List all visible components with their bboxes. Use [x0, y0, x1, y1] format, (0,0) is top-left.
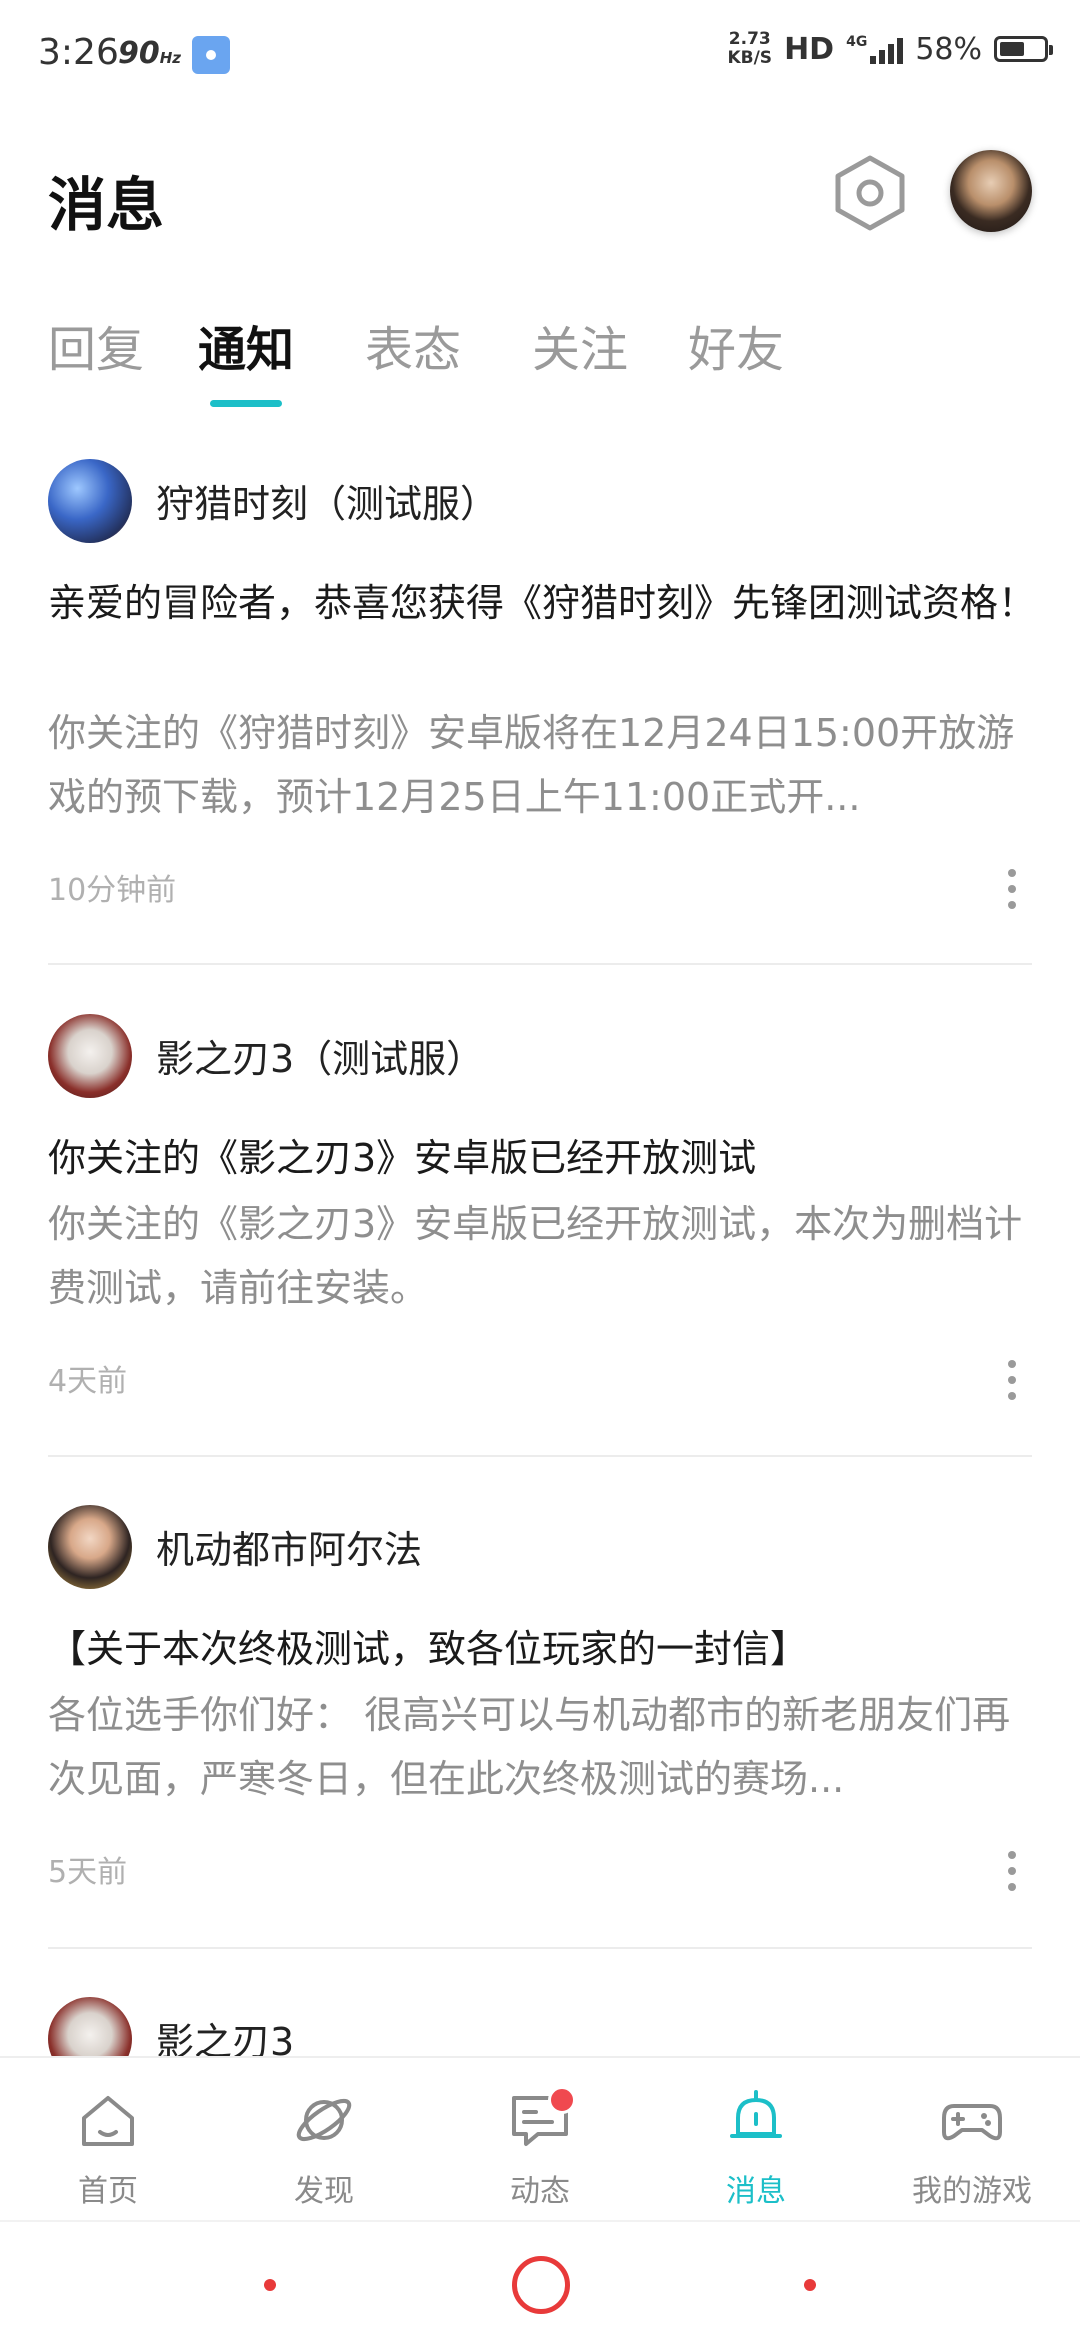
nav-messages[interactable]: 消息 [648, 2058, 864, 2220]
message-tabs: 回复 通知 表态 关注 好友 [0, 310, 1080, 410]
tab-follow[interactable]: 关注 [532, 310, 628, 380]
back-button[interactable] [264, 2279, 276, 2291]
source-name: 影之刃3（测试服） [156, 1037, 485, 1081]
hotspot-icon [192, 36, 230, 74]
tab-friends[interactable]: 好友 [688, 310, 784, 380]
tab-reaction[interactable]: 表态 [365, 310, 461, 380]
hd-indicator: HD [784, 31, 835, 67]
more-icon[interactable] [1000, 1360, 1024, 1408]
tab-indicator [210, 400, 282, 407]
notification-time: 5天前 [48, 1855, 128, 1890]
nav-discover[interactable]: 发现 [216, 2058, 432, 2220]
battery-icon [994, 36, 1053, 62]
game-avatar[interactable] [48, 1505, 132, 1589]
tab-notification[interactable]: 通知 [198, 310, 294, 380]
gamepad-icon [942, 2104, 1002, 2141]
nav-label: 我的游戏 [912, 2174, 1032, 2209]
notification-time: 10分钟前 [48, 873, 177, 908]
bell-icon [730, 2090, 782, 2138]
tab-reply[interactable]: 回复 [48, 310, 144, 380]
more-icon[interactable] [1000, 1851, 1024, 1899]
battery-percent: 58% [915, 31, 982, 67]
nav-feed[interactable]: 动态 [432, 2058, 648, 2220]
notification-time: 4天前 [48, 1364, 128, 1399]
refresh-rate: 90Hz [118, 36, 182, 71]
divider [48, 963, 1032, 965]
nav-label: 发现 [294, 2174, 354, 2209]
notification-body: 你关注的《影之刃3》安卓版已经开放测试，本次为删档计费测试，请前往安装。 [48, 1202, 1023, 1310]
system-nav-bar [0, 2220, 1080, 2342]
notification-title: 你关注的《影之刃3》安卓版已经开放测试 [48, 1136, 757, 1180]
signal-icon: 4G [846, 34, 904, 64]
planet-icon [296, 2098, 352, 2142]
notification-body: 你关注的《狩猎时刻》安卓版将在12月24日15:00开放游戏的预下载，预计12月… [48, 711, 1015, 819]
game-avatar[interactable] [48, 1014, 132, 1098]
game-avatar[interactable] [48, 459, 132, 543]
status-indicators: 2.73 KB/S HD 4G 58% [727, 29, 1053, 68]
nav-label: 消息 [726, 2174, 786, 2209]
user-avatar[interactable] [950, 150, 1032, 232]
divider [48, 1947, 1032, 1949]
status-bar: 3:26 90Hz 2.73 KB/S HD 4G 58% [0, 0, 1080, 110]
home-icon [82, 2096, 134, 2146]
settings-button[interactable] [832, 152, 908, 234]
notification-title: 【关于本次终极测试，致各位玩家的一封信】 [48, 1627, 809, 1671]
net-speed: 2.73 KB/S [727, 29, 773, 68]
page-title: 消息 [48, 171, 165, 239]
nav-my-games[interactable]: 我的游戏 [864, 2058, 1080, 2220]
divider [48, 1455, 1032, 1457]
source-name: 狩猎时刻（测试服） [156, 482, 499, 526]
notification-title: 亲爱的冒险者，恭喜您获得《狩猎时刻》先锋团测试资格！ [48, 581, 1037, 625]
notification-badge [548, 2086, 576, 2114]
home-button[interactable] [512, 2256, 570, 2314]
bottom-nav: 首页 发现 动态 消息 我的游戏 [0, 2056, 1080, 2220]
more-icon[interactable] [1000, 869, 1024, 917]
status-time: 3:26 [38, 32, 119, 73]
recents-button[interactable] [804, 2279, 816, 2291]
nav-label: 首页 [78, 2174, 138, 2209]
gear-icon [835, 155, 905, 231]
notification-body: 各位选手你们好： 很高兴可以与机动都市的新老朋友们再次见面，严寒冬日，但在此次终… [48, 1693, 1011, 1801]
source-name: 机动都市阿尔法 [156, 1528, 423, 1572]
nav-label: 动态 [510, 2174, 570, 2209]
nav-home[interactable]: 首页 [0, 2058, 216, 2220]
